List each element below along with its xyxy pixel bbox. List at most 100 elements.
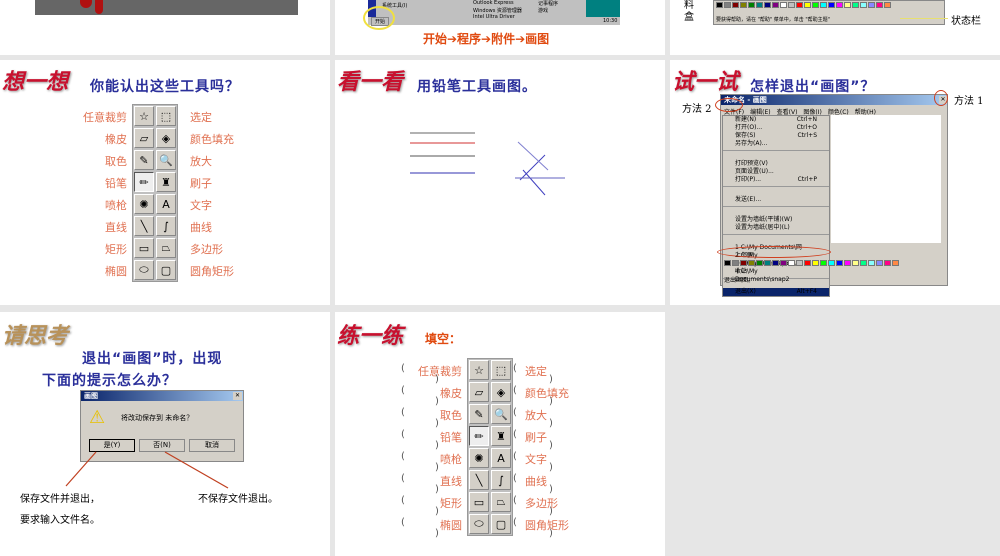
blank-left[interactable]: ( [401, 363, 405, 374]
magnifier-tool-icon[interactable]: 🔍 [156, 150, 176, 170]
color-swatch[interactable] [740, 260, 747, 266]
color-swatch[interactable] [836, 2, 843, 8]
blank-left-close[interactable]: ) [435, 440, 439, 451]
blank-left-close[interactable]: ) [435, 396, 439, 407]
color-swatch[interactable] [756, 260, 763, 266]
blank-right[interactable]: ( [513, 517, 517, 528]
color-swatch[interactable] [836, 260, 843, 266]
color-swatch[interactable] [852, 2, 859, 8]
blank-right-close[interactable]: ) [549, 484, 553, 495]
color-swatch[interactable] [724, 2, 731, 8]
color-swatch[interactable] [844, 260, 851, 266]
brush-tool-icon[interactable]: ♜ [156, 172, 176, 192]
fill-tool-icon[interactable]: ◈ [491, 382, 511, 402]
menu-5[interactable]: 帮助(H) [855, 107, 876, 116]
color-swatch[interactable] [868, 260, 875, 266]
color-swatch[interactable] [732, 2, 739, 8]
curve-tool-icon[interactable]: ∫ [491, 470, 511, 490]
color-swatch[interactable] [820, 260, 827, 266]
airbrush-tool-icon[interactable]: ✺ [469, 448, 489, 468]
rounded-rect-tool-icon[interactable]: ▢ [156, 260, 176, 280]
blank-left-close[interactable]: ) [435, 418, 439, 429]
color-swatch[interactable] [876, 260, 883, 266]
eraser-tool-icon[interactable]: ▱ [469, 382, 489, 402]
select-tool-icon[interactable]: ⬚ [156, 106, 176, 126]
file-menu-item[interactable]: 页面设置(U)... [723, 168, 829, 176]
menu-4[interactable]: 颜色(C) [828, 107, 849, 116]
color-swatch[interactable] [788, 260, 795, 266]
color-swatch[interactable] [772, 260, 779, 266]
color-swatch[interactable] [844, 2, 851, 8]
blank-left-close[interactable]: ) [435, 462, 439, 473]
menu-1[interactable]: 编辑(E) [750, 107, 770, 116]
file-menu-item[interactable]: 打开(O)... Ctrl+O [723, 124, 829, 132]
rectangle-tool-icon[interactable]: ▭ [134, 238, 154, 258]
blank-right[interactable]: ( [513, 385, 517, 396]
color-swatch[interactable] [852, 260, 859, 266]
line-tool-icon[interactable]: ╲ [469, 470, 489, 490]
blank-right-close[interactable]: ) [549, 506, 553, 517]
exit-menu-item[interactable]: 退出(X) Alt+F4 [723, 288, 829, 296]
file-menu-item[interactable]: 设置为墙纸(居中)(L) [723, 224, 829, 232]
file-menu-item[interactable]: 打印预览(V) [723, 160, 829, 168]
color-swatch[interactable] [812, 2, 819, 8]
color-swatch[interactable] [796, 2, 803, 8]
color-swatch[interactable] [756, 2, 763, 8]
pencil-tool-icon[interactable]: ✏ [469, 426, 489, 446]
color-swatch[interactable] [884, 2, 891, 8]
blank-right-close[interactable]: ) [549, 528, 553, 539]
text-tool-icon[interactable]: A [491, 448, 511, 468]
color-swatch[interactable] [804, 2, 811, 8]
blank-left-close[interactable]: ) [435, 374, 439, 385]
color-swatch[interactable] [868, 2, 875, 8]
color-swatch[interactable] [820, 2, 827, 8]
text-tool-icon[interactable]: A [156, 194, 176, 214]
color-swatch[interactable] [884, 260, 891, 266]
blank-right-close[interactable]: ) [549, 396, 553, 407]
file-menu-item[interactable]: 发送(E)... [723, 196, 829, 204]
blank-left[interactable]: ( [401, 517, 405, 528]
color-swatch[interactable] [812, 260, 819, 266]
menu-3[interactable]: 图像(I) [803, 107, 821, 116]
color-swatch[interactable] [764, 2, 771, 8]
color-swatch[interactable] [740, 2, 747, 8]
blank-left[interactable]: ( [401, 495, 405, 506]
free-select-tool-icon[interactable]: ☆ [469, 360, 489, 380]
brush-tool-icon[interactable]: ♜ [491, 426, 511, 446]
color-swatch[interactable] [788, 2, 795, 8]
pencil-tool-icon[interactable]: ✏ [134, 172, 154, 192]
file-menu-item[interactable]: 设置为墙纸(平铺)(W) [723, 216, 829, 224]
file-menu-item[interactable]: 新建(N) Ctrl+N [723, 116, 829, 124]
blank-right-close[interactable]: ) [549, 440, 553, 451]
blank-left-close[interactable]: ) [435, 506, 439, 517]
select-tool-icon[interactable]: ⬚ [491, 360, 511, 380]
blank-left[interactable]: ( [401, 407, 405, 418]
blank-right[interactable]: ( [513, 407, 517, 418]
color-swatch[interactable] [724, 260, 731, 266]
color-swatch[interactable] [772, 2, 779, 8]
eyedropper-tool-icon[interactable]: ✎ [134, 150, 154, 170]
blank-right[interactable]: ( [513, 473, 517, 484]
blank-right-close[interactable]: ) [549, 374, 553, 385]
color-swatch[interactable] [748, 260, 755, 266]
color-swatch[interactable] [860, 260, 867, 266]
blank-left[interactable]: ( [401, 429, 405, 440]
color-swatch[interactable] [804, 260, 811, 266]
polygon-tool-icon[interactable]: ⏢ [491, 492, 511, 512]
blank-left[interactable]: ( [401, 451, 405, 462]
blank-left[interactable]: ( [401, 385, 405, 396]
free-select-tool-icon[interactable]: ☆ [134, 106, 154, 126]
color-swatch[interactable] [732, 260, 739, 266]
file-menu-item[interactable]: 打印(P)... Ctrl+P [723, 176, 829, 184]
color-swatch[interactable] [796, 260, 803, 266]
blank-right[interactable]: ( [513, 451, 517, 462]
color-swatch[interactable] [748, 2, 755, 8]
color-swatch[interactable] [860, 2, 867, 8]
ellipse-tool-icon[interactable]: ⬭ [134, 260, 154, 280]
blank-right-close[interactable]: ) [549, 462, 553, 473]
color-swatch[interactable] [828, 260, 835, 266]
blank-right[interactable]: ( [513, 495, 517, 506]
color-swatch[interactable] [892, 260, 899, 266]
curve-tool-icon[interactable]: ∫ [156, 216, 176, 236]
menu-2[interactable]: 查看(V) [777, 107, 798, 116]
